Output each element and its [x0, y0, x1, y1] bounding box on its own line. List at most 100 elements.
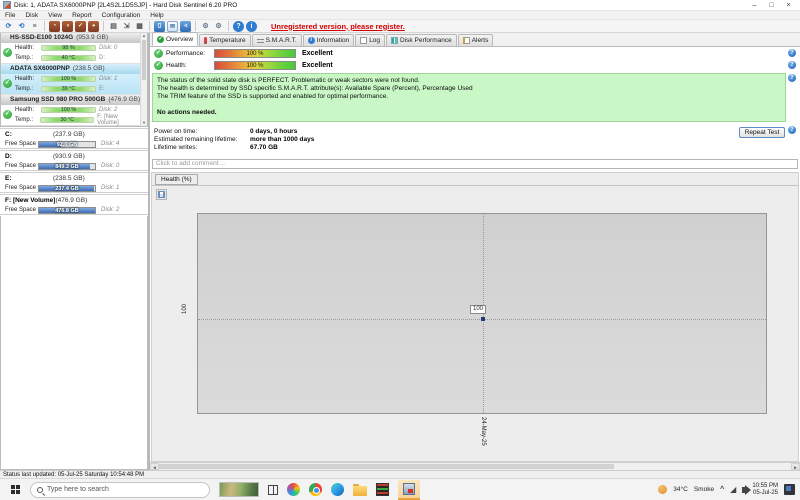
chart-tab-divider	[152, 185, 798, 186]
advanced-settings-icon[interactable]: ⚙	[213, 21, 224, 32]
status-bar: Status last updated: 05-Jul-25 Saturday …	[0, 470, 800, 478]
windows-logo-icon	[11, 485, 20, 494]
main-area: HS-SSD-E100 1024G(953.9 GB) ✓ Health: 98…	[0, 33, 800, 470]
help-icon[interactable]: ?	[233, 21, 244, 32]
chart-plot-area[interactable]: 100	[197, 213, 767, 414]
help-icon[interactable]: ?	[788, 126, 796, 134]
tab-temperature[interactable]: Temperature	[199, 34, 251, 46]
edge-icon[interactable]	[331, 483, 344, 496]
alert-broadcast-icon[interactable]: ◃	[180, 21, 191, 32]
scroll-left-icon[interactable]: ◄	[150, 463, 159, 470]
drive-letter: D:	[99, 55, 105, 61]
repeat-test-button[interactable]: Repeat Test	[739, 127, 785, 138]
disk-list-scrollbar[interactable]: ▲ ▼	[140, 33, 147, 126]
clock[interactable]: 10:55 PM 05-Jul-25	[752, 483, 778, 497]
close-button[interactable]: ×	[780, 0, 797, 11]
chart-tab-health[interactable]: Health (%)	[155, 174, 198, 185]
tab-log[interactable]: Log	[355, 34, 385, 46]
comment-input[interactable]	[152, 159, 798, 169]
register-link[interactable]: Unregistered version, please register.	[271, 22, 405, 31]
tray-expand-icon[interactable]: ^	[720, 486, 724, 493]
minimize-button[interactable]: –	[746, 0, 763, 11]
tray-condition[interactable]: Smoke	[694, 486, 714, 493]
free-space-bar: 476.8 GB	[38, 207, 96, 214]
export-icon[interactable]: ⇲	[121, 21, 132, 32]
list-icon[interactable]: ≡	[29, 21, 40, 32]
app-icon	[3, 1, 11, 9]
disk-number: Disk: 0	[99, 45, 117, 51]
monitor-app-icon[interactable]	[376, 483, 389, 496]
help-icon[interactable]: ?	[788, 74, 796, 82]
partition-item-c[interactable]: C:(237.9 GB) Free Space 92.0 GB Disk: 4	[0, 128, 148, 149]
picture-thumbnail[interactable]	[219, 482, 259, 497]
free-space-bar: 237.4 GB	[38, 185, 96, 192]
notification-tray-icon[interactable]	[784, 484, 795, 495]
disk-number: Disk: 1	[101, 185, 119, 191]
info-icon[interactable]: i	[246, 21, 257, 32]
help-icon[interactable]: ?	[788, 61, 796, 69]
free-space-value: 476.8 GB	[39, 208, 95, 213]
partition-size: (237.9 GB)	[53, 131, 85, 138]
printer-icon[interactable]: ▤	[108, 21, 119, 32]
start-button[interactable]	[0, 485, 30, 494]
settings-icon[interactable]: ⚙	[200, 21, 211, 32]
disk-item-0[interactable]: HS-SSD-E100 1024G(953.9 GB) ✓ Health: 98…	[1, 33, 140, 64]
scrollbar-thumb[interactable]	[142, 40, 146, 80]
taskbar-search[interactable]: Type here to search	[30, 482, 210, 498]
network-icon[interactable]: ◢	[730, 486, 736, 494]
info-label: Lifetime writes:	[154, 144, 250, 151]
disk-scan-icon[interactable]: ◔	[49, 21, 60, 32]
menu-configuration[interactable]: Configuration	[97, 12, 146, 19]
tab-disk-performance[interactable]: Disk Performance	[386, 34, 457, 46]
tab-label: Log	[369, 37, 380, 44]
temp-bar: 39 °C	[41, 86, 96, 92]
disk-item-2[interactable]: Samsung SSD 980 PRO 500GB(476.9 GB) ✓ He…	[1, 95, 140, 126]
volume-icon[interactable]	[742, 487, 746, 493]
weather-icon[interactable]	[658, 485, 667, 494]
partition-item-e[interactable]: E:(238.5 GB) Free Space 237.4 GB Disk: 1	[0, 172, 148, 193]
scroll-down-icon[interactable]: ▼	[141, 120, 147, 126]
partition-item-d[interactable]: D:(930.9 GB) Free Space 849.3 GB Disk: 0	[0, 150, 148, 171]
menu-view[interactable]: View	[43, 12, 67, 19]
tab-overview[interactable]: ✓Overview	[152, 32, 198, 46]
refresh-icon[interactable]: ⟳	[3, 21, 14, 32]
scroll-right-icon[interactable]: ►	[791, 463, 800, 470]
temp-label: Temp.:	[15, 117, 37, 123]
health-value: 100 %	[215, 62, 295, 69]
save-report-icon[interactable]: ▦	[134, 21, 145, 32]
temp-bar: 30 °C	[40, 117, 94, 123]
sync-icon[interactable]: ⟲	[16, 21, 27, 32]
partition-item-f[interactable]: F: [New Volume](476.9 GB) Free Space 476…	[0, 194, 148, 215]
tab-information[interactable]: iInformation	[303, 34, 355, 46]
health-label: Health:	[166, 62, 214, 69]
chrome-icon[interactable]	[309, 483, 322, 496]
file-explorer-icon[interactable]	[353, 486, 367, 496]
disk-ok-icon: ✓	[3, 48, 12, 57]
menu-disk[interactable]: Disk	[20, 12, 43, 19]
help-icon[interactable]: ?	[788, 49, 796, 57]
tray-temperature[interactable]: 34°C	[673, 486, 688, 493]
disk-list: HS-SSD-E100 1024G(953.9 GB) ✓ Health: 98…	[0, 33, 148, 127]
disk-item-1-selected[interactable]: ADATA SX6000PNP(238.5 GB) ✓ Health: 100 …	[1, 64, 140, 95]
free-space-value: 849.3 GB	[39, 164, 95, 169]
maximize-button[interactable]: □	[763, 0, 780, 11]
mail-icon[interactable]: ✉	[167, 21, 178, 32]
disk-test-icon[interactable]: ◑	[62, 21, 73, 32]
scroll-up-icon[interactable]: ▲	[141, 33, 147, 39]
menu-report[interactable]: Report	[67, 12, 97, 19]
task-view-icon[interactable]	[268, 485, 278, 495]
menu-file[interactable]: File	[0, 12, 20, 19]
scrollbar-thumb[interactable]	[159, 464, 614, 469]
save-chart-icon[interactable]	[156, 189, 167, 200]
tab-bar: ✓Overview Temperature S.M.A.R.T. iInform…	[150, 33, 800, 47]
menu-help[interactable]: Help	[145, 12, 168, 19]
scrollbar-track[interactable]	[159, 463, 791, 470]
tab-smart[interactable]: S.M.A.R.T.	[252, 34, 302, 46]
computer-icon[interactable]: ▯	[154, 21, 165, 32]
tab-alerts[interactable]: Alerts	[458, 34, 494, 46]
horizontal-scrollbar[interactable]: ◄ ►	[150, 462, 800, 470]
disk-check-icon[interactable]: ✓	[75, 21, 86, 32]
disk-search-icon[interactable]: ◕	[88, 21, 99, 32]
hard-disk-sentinel-taskbar-button[interactable]	[398, 480, 420, 500]
photos-app-icon[interactable]	[287, 483, 300, 496]
